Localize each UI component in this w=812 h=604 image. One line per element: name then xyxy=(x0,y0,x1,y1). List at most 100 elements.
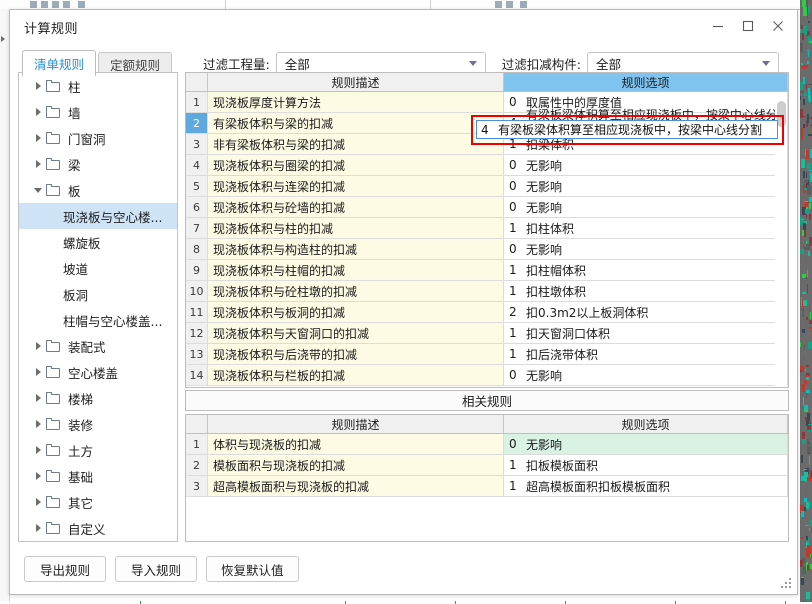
table-row[interactable]: 14 现浇板体积与栏板的扣减 0 无影响 xyxy=(186,365,788,386)
table-row[interactable]: 11 现浇板体积与板洞的扣减 2 扣0.3m2以上板洞体积 xyxy=(186,302,788,323)
rule-option-cell[interactable]: 1 扣柱体积 xyxy=(504,218,788,239)
tree-item[interactable]: 柱帽与空心楼盖... xyxy=(19,307,177,333)
main-header-description[interactable]: 规则描述 xyxy=(208,73,504,92)
tree-item[interactable]: 空心楼盖 xyxy=(19,359,177,385)
table-row[interactable]: 4 现浇板体积与圈梁的扣减 0 无影响 xyxy=(186,155,788,176)
tree-item[interactable]: 现浇板与空心楼... xyxy=(19,203,177,229)
tree-item[interactable]: 土方 xyxy=(19,437,177,463)
table-row[interactable]: 5 现浇板体积与连梁的扣减 0 无影响 xyxy=(186,176,788,197)
table-row[interactable]: 1 体积与现浇板的扣减 0 无影响 xyxy=(186,434,788,455)
chevron-right-icon[interactable] xyxy=(33,472,43,480)
rule-description-cell[interactable]: 现浇板体积与构造柱的扣减 xyxy=(208,239,504,260)
tree-item[interactable]: 螺旋板 xyxy=(19,229,177,255)
table-row[interactable]: 3 超高模板面积与现浇板的扣减 1 超高模板面积扣板模板面积 xyxy=(186,476,788,497)
rule-description-cell[interactable]: 现浇板体积与板洞的扣减 xyxy=(208,302,504,323)
table-row[interactable]: 13 现浇板体积与后浇带的扣减 1 扣后浇带体积 xyxy=(186,344,788,365)
main-grid-scroll-thumb[interactable] xyxy=(777,101,786,127)
tree-item[interactable]: 梁 xyxy=(19,151,177,177)
rule-description-cell[interactable]: 现浇板体积与柱的扣减 xyxy=(208,218,504,239)
related-rules-grid[interactable]: 规则描述 规则选项 1 体积与现浇板的扣减 0 无影响 2 模板面积与现浇板的扣减 1 扣板模… xyxy=(185,414,789,542)
rule-option-cell[interactable]: 0 无影响 xyxy=(504,155,788,176)
rule-description-cell[interactable]: 现浇板体积与栏板的扣减 xyxy=(208,365,504,386)
rule-option-cell[interactable]: 0 无影响 xyxy=(504,239,788,260)
tree-item[interactable]: 坡道 xyxy=(19,255,177,281)
rule-option-cell[interactable]: 0 无影响 xyxy=(504,365,788,386)
rule-description-cell[interactable]: 非有梁板体积与梁的扣减 xyxy=(208,134,504,155)
table-row[interactable]: 12 现浇板体积与天窗洞口的扣减 1 扣天窗洞口体积 xyxy=(186,323,788,344)
tree-item[interactable]: 装修 xyxy=(19,411,177,437)
tree-item[interactable]: 柱 xyxy=(19,73,177,99)
rule-description-cell[interactable]: 模板面积与现浇板的扣减 xyxy=(208,455,504,476)
table-row[interactable]: 6 现浇板体积与砼墙的扣减 0 无影响 xyxy=(186,197,788,218)
tree-item[interactable]: 门窗洞 xyxy=(19,125,177,151)
export-rules-button[interactable]: 导出规则 xyxy=(24,556,106,582)
restore-defaults-button[interactable]: 恢复默认值 xyxy=(206,556,299,582)
chevron-right-icon[interactable] xyxy=(33,82,43,90)
maximize-button[interactable] xyxy=(733,14,763,38)
related-header-option[interactable]: 规则选项 xyxy=(504,415,788,434)
chevron-right-icon[interactable] xyxy=(33,446,43,454)
rule-option-cell[interactable]: 1 扣板模板面积 xyxy=(504,455,788,476)
resize-grip[interactable] xyxy=(781,578,793,590)
table-row[interactable]: 10 现浇板体积与砼柱墩的扣减 1 扣柱墩体积 xyxy=(186,281,788,302)
tree-item-label: 柱 xyxy=(68,79,81,95)
rule-option-cell[interactable]: 1 超高模板面积扣板模板面积 xyxy=(504,476,788,497)
chevron-right-icon[interactable] xyxy=(33,368,43,376)
rule-option-text: 无影响 xyxy=(526,437,563,452)
component-tree[interactable]: 柱墙门窗洞梁板现浇板与空心楼... 螺旋板 坡道 板洞 柱帽与空心楼盖... 装配式 空心楼… xyxy=(18,72,178,542)
rule-description-cell[interactable]: 超高模板面积与现浇板的扣减 xyxy=(208,476,504,497)
rule-description-cell[interactable]: 现浇板体积与后浇带的扣减 xyxy=(208,344,504,365)
rule-option-cell[interactable]: 0 无影响 xyxy=(504,197,788,218)
chevron-right-icon[interactable] xyxy=(33,160,43,168)
tree-item[interactable]: 板洞 xyxy=(19,281,177,307)
rule-description-cell[interactable]: 现浇板体积与天窗洞口的扣减 xyxy=(208,323,504,344)
chevron-right-icon[interactable] xyxy=(33,420,43,428)
rule-option-cell[interactable]: 1 扣天窗洞口体积 xyxy=(504,323,788,344)
rule-description-cell[interactable]: 现浇板体积与砼墙的扣减 xyxy=(208,197,504,218)
background-noise-pixel xyxy=(802,566,806,574)
table-row[interactable]: 8 现浇板体积与构造柱的扣减 0 无影响 xyxy=(186,239,788,260)
tree-item[interactable]: 基础 xyxy=(19,463,177,489)
chevron-down-icon[interactable] xyxy=(33,187,43,193)
related-header-description[interactable]: 规则描述 xyxy=(208,415,504,434)
main-header-option[interactable]: 规则选项 xyxy=(504,73,788,92)
rule-option-cell[interactable]: 1 扣柱墩体积 xyxy=(504,281,788,302)
rule-description-cell[interactable]: 现浇板体积与连梁的扣减 xyxy=(208,176,504,197)
rule-description-cell[interactable]: 现浇板厚度计算方法 xyxy=(208,92,504,113)
table-row[interactable]: 7 现浇板体积与柱的扣减 1 扣柱体积 xyxy=(186,218,788,239)
chevron-right-icon[interactable] xyxy=(33,342,43,350)
rule-description-cell[interactable]: 现浇板体积与柱帽的扣减 xyxy=(208,260,504,281)
rule-description-cell[interactable]: 体积与现浇板的扣减 xyxy=(208,434,504,455)
close-button[interactable] xyxy=(763,14,793,38)
filter-quantity-select[interactable]: 全部 xyxy=(275,52,486,74)
table-row[interactable]: 9 现浇板体积与柱帽的扣减 1 扣柱帽体积 xyxy=(186,260,788,281)
rule-option-cell[interactable]: 1 扣柱帽体积 xyxy=(504,260,788,281)
folder-icon xyxy=(46,366,61,378)
tree-item-label: 墙 xyxy=(68,105,81,121)
chevron-right-icon[interactable] xyxy=(33,524,43,532)
rule-option-cell[interactable]: 0 无影响 xyxy=(504,434,788,455)
table-row[interactable]: 2 模板面积与现浇板的扣减 1 扣板模板面积 xyxy=(186,455,788,476)
tree-item[interactable]: 板 xyxy=(19,177,177,203)
tree-item[interactable]: 墙 xyxy=(19,99,177,125)
dialog-titlebar[interactable]: 计算规则 xyxy=(10,10,797,43)
tree-item[interactable]: 自定义 xyxy=(19,515,177,541)
rule-description-cell[interactable]: 现浇板体积与圈梁的扣减 xyxy=(208,155,504,176)
tree-item[interactable]: 装配式 xyxy=(19,333,177,359)
rule-description-cell[interactable]: 有梁板体积与梁的扣减 xyxy=(208,113,504,134)
rule-option-cell[interactable]: 0 无影响 xyxy=(504,176,788,197)
chevron-right-icon[interactable] xyxy=(33,498,43,506)
tree-item[interactable]: 其它 xyxy=(19,489,177,515)
rule-option-editor[interactable]: 4 有梁板梁体积算至相应现浇板中，按梁中心线分割 xyxy=(476,120,778,139)
chevron-right-icon[interactable] xyxy=(33,134,43,142)
minimize-button[interactable] xyxy=(703,14,733,38)
import-rules-button[interactable]: 导入规则 xyxy=(115,556,197,582)
filter-deduction-select[interactable]: 全部 xyxy=(586,52,779,74)
rule-description-cell[interactable]: 现浇板体积与砼柱墩的扣减 xyxy=(208,281,504,302)
rule-option-cell[interactable]: 2 扣0.3m2以上板洞体积 xyxy=(504,302,788,323)
chevron-right-icon[interactable] xyxy=(33,394,43,402)
tab-list-rules[interactable]: 清单规则 xyxy=(22,50,97,76)
chevron-right-icon[interactable] xyxy=(33,108,43,116)
rule-option-cell[interactable]: 1 扣后浇带体积 xyxy=(504,344,788,365)
tree-item[interactable]: 楼梯 xyxy=(19,385,177,411)
